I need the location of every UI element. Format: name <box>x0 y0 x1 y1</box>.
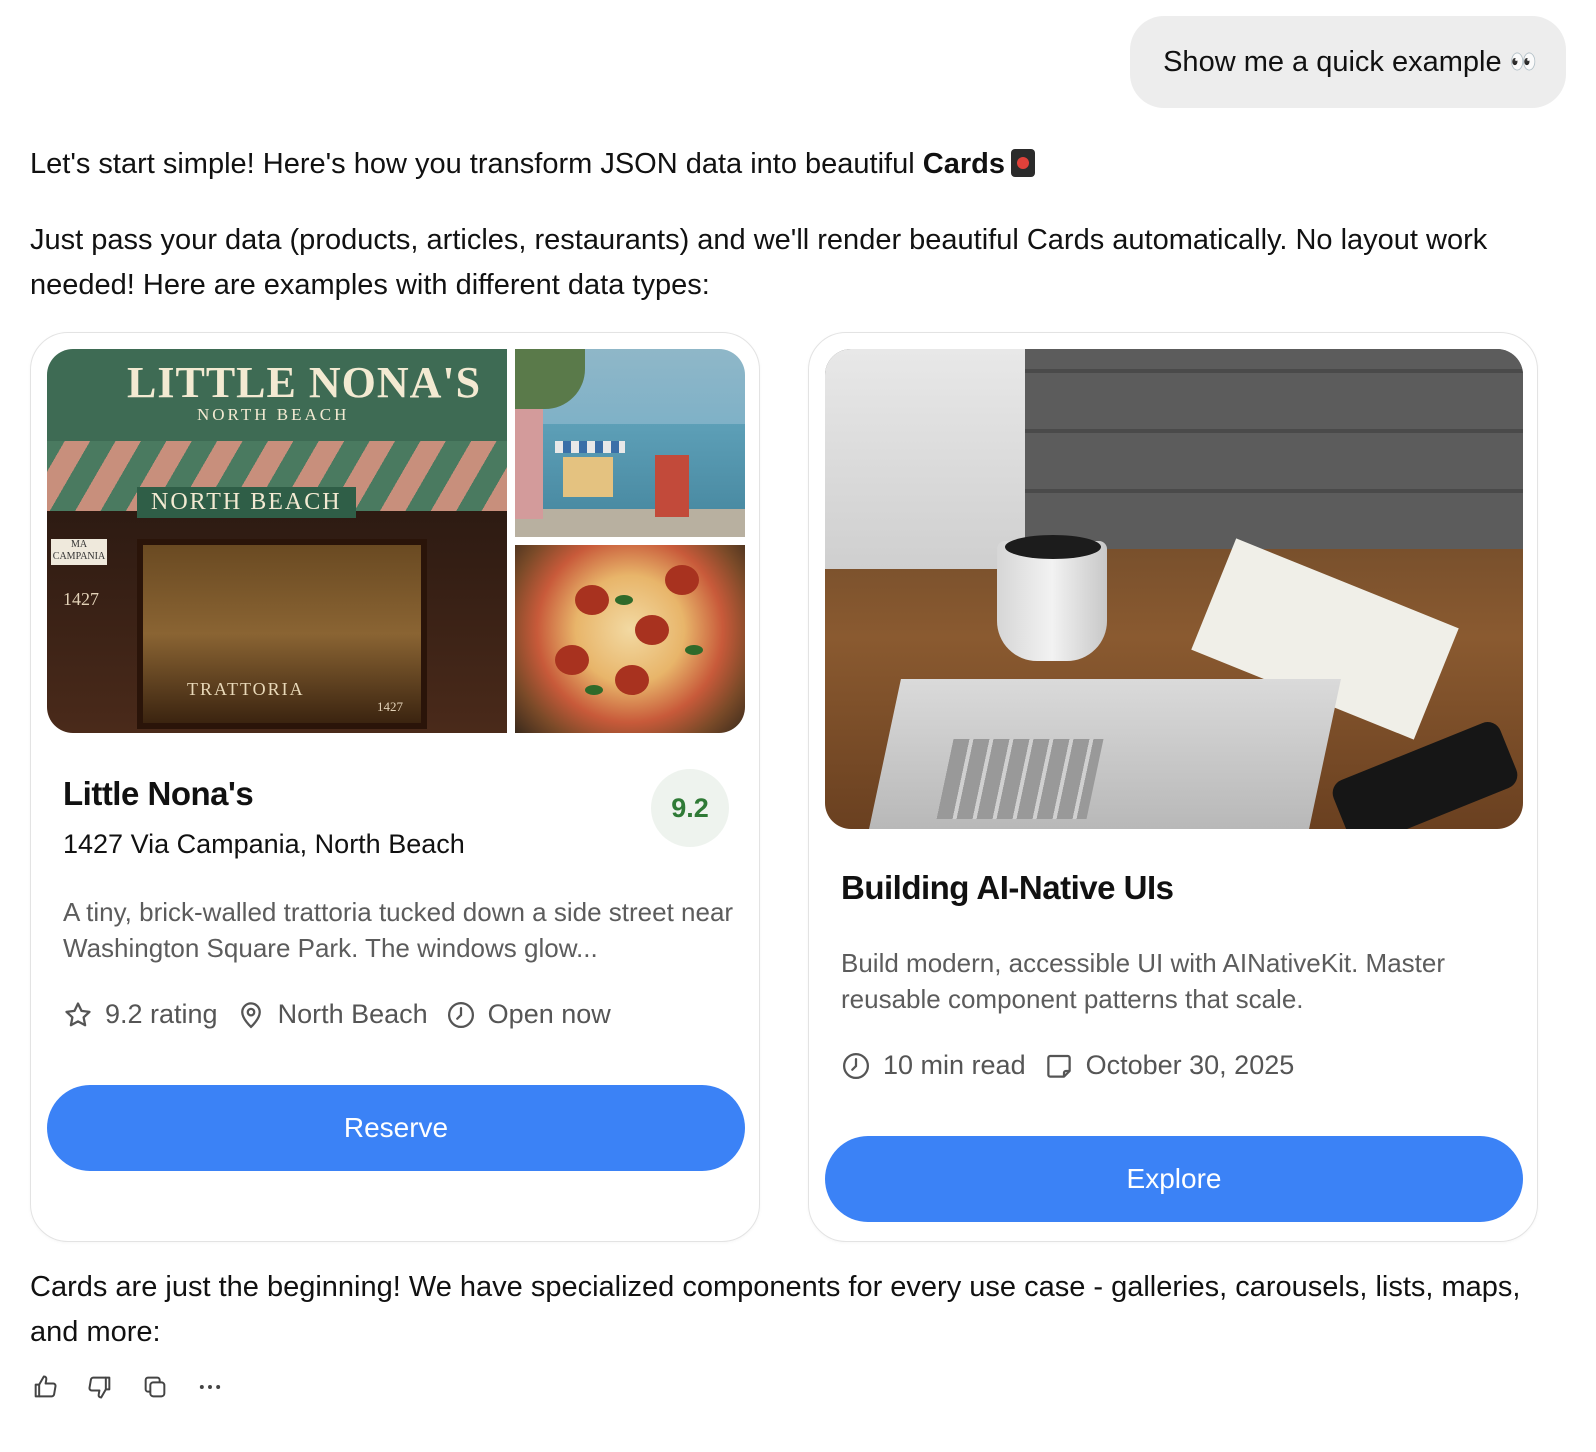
coffee-surface <box>1005 535 1101 559</box>
basil-leaf <box>585 685 603 695</box>
meta-location-text: North Beach <box>277 999 428 1029</box>
meta-rating-text: 9.2 rating <box>105 999 218 1029</box>
message-actions <box>30 1372 250 1402</box>
brick-wall <box>1015 349 1523 549</box>
article-meta: 10 min read October 30, 2025 <box>841 1050 1312 1081</box>
clock-icon <box>447 1001 474 1028</box>
assistant-description: Just pass your data (products, articles,… <box>30 224 1488 301</box>
basil-leaf <box>685 645 703 655</box>
meta-rating: 9.2 rating <box>63 999 218 1030</box>
image-sign-title: LITTLE NONA'S <box>127 358 482 407</box>
meta-read-time-text: 10 min read <box>883 1050 1026 1080</box>
image-sign-sub: NORTH BEACH <box>197 405 350 424</box>
meta-date-text: October 30, 2025 <box>1085 1050 1295 1080</box>
white-panel <box>825 349 1025 569</box>
star-icon <box>65 1001 91 1026</box>
article-card[interactable]: Building AI-Native UIs Build modern, acc… <box>808 332 1538 1242</box>
intro-bold: Cards <box>922 148 1005 180</box>
more-options-button[interactable] <box>195 1372 225 1402</box>
clock-icon <box>843 1052 869 1079</box>
calendar-icon <box>1046 1054 1071 1078</box>
red-door <box>655 455 689 517</box>
meta-hours: Open now <box>446 999 611 1030</box>
meta-hours-text: Open now <box>487 999 611 1029</box>
eyes-emoji: 👀 <box>1509 49 1537 75</box>
shop-window <box>563 457 613 497</box>
restaurant-title: Little Nona's <box>63 775 254 812</box>
article-desk-image <box>825 349 1523 829</box>
image-number: 1427 <box>63 589 99 609</box>
more-icon <box>199 1385 221 1389</box>
striped-awning <box>555 441 625 453</box>
article-title: Building AI-Native UIs <box>841 869 1174 906</box>
pepperoni <box>615 665 649 695</box>
copy-button[interactable] <box>140 1372 170 1402</box>
chat-page: Show me a quick example 👀 Let's start si… <box>0 0 1596 1452</box>
restaurant-description: A tiny, brick-walled trattoria tucked do… <box>63 897 734 963</box>
pepperoni <box>555 645 589 675</box>
cards-emoji-icon <box>1010 149 1035 177</box>
restaurant-storefront-image: LITTLE NONA'S NORTH BEACH NORTH BEACH TR… <box>47 349 507 733</box>
meta-date: October 30, 2025 <box>1044 1050 1295 1081</box>
thumbs-up-icon <box>34 1375 57 1398</box>
pepperoni <box>665 565 699 595</box>
image-awning-text: NORTH BEACH <box>137 487 356 518</box>
pepperoni <box>575 585 609 615</box>
image-plaque: MA CAMPANIA <box>51 539 107 565</box>
rating-badge: 9.2 <box>651 769 729 847</box>
assistant-closing: Cards are just the beginning! We have sp… <box>30 1271 1521 1348</box>
meta-read-time: 10 min read <box>841 1050 1026 1081</box>
user-message-bubble: Show me a quick example 👀 <box>1130 16 1566 108</box>
article-description: Build modern, accessible UI with AINativ… <box>841 948 1446 1014</box>
pink-building <box>515 409 543 519</box>
coffee-mug <box>997 541 1107 661</box>
pepperoni <box>635 615 669 645</box>
street-cafe-image <box>515 349 745 537</box>
tree <box>515 349 585 409</box>
thumbs-down-button[interactable] <box>85 1372 115 1402</box>
assistant-intro: Let's start simple! Here's how you trans… <box>30 142 1560 187</box>
pizza-image <box>515 545 745 733</box>
reserve-button[interactable]: Reserve <box>47 1085 745 1171</box>
restaurant-address: 1427 Via Campania, North Beach <box>63 829 465 859</box>
thumbs-up-button[interactable] <box>30 1372 60 1402</box>
thumbs-down-icon <box>88 1376 111 1399</box>
intro-text: Let's start simple! Here's how you trans… <box>30 148 923 180</box>
basil-leaf <box>615 595 633 605</box>
copy-icon <box>144 1376 166 1398</box>
smartphone <box>1328 717 1522 829</box>
explore-button[interactable]: Explore <box>825 1136 1523 1222</box>
location-pin-icon <box>240 1001 261 1028</box>
restaurant-meta: 9.2 rating North Beach Open now <box>63 999 629 1030</box>
meta-location: North Beach <box>236 999 428 1030</box>
restaurant-card[interactable]: LITTLE NONA'S NORTH BEACH NORTH BEACH TR… <box>30 332 760 1242</box>
image-window-text: TRATTORIA <box>187 679 305 699</box>
image-number-door: 1427 <box>377 699 403 714</box>
user-message-text: Show me a quick example <box>1163 45 1502 78</box>
laptop-keys <box>936 739 1104 819</box>
